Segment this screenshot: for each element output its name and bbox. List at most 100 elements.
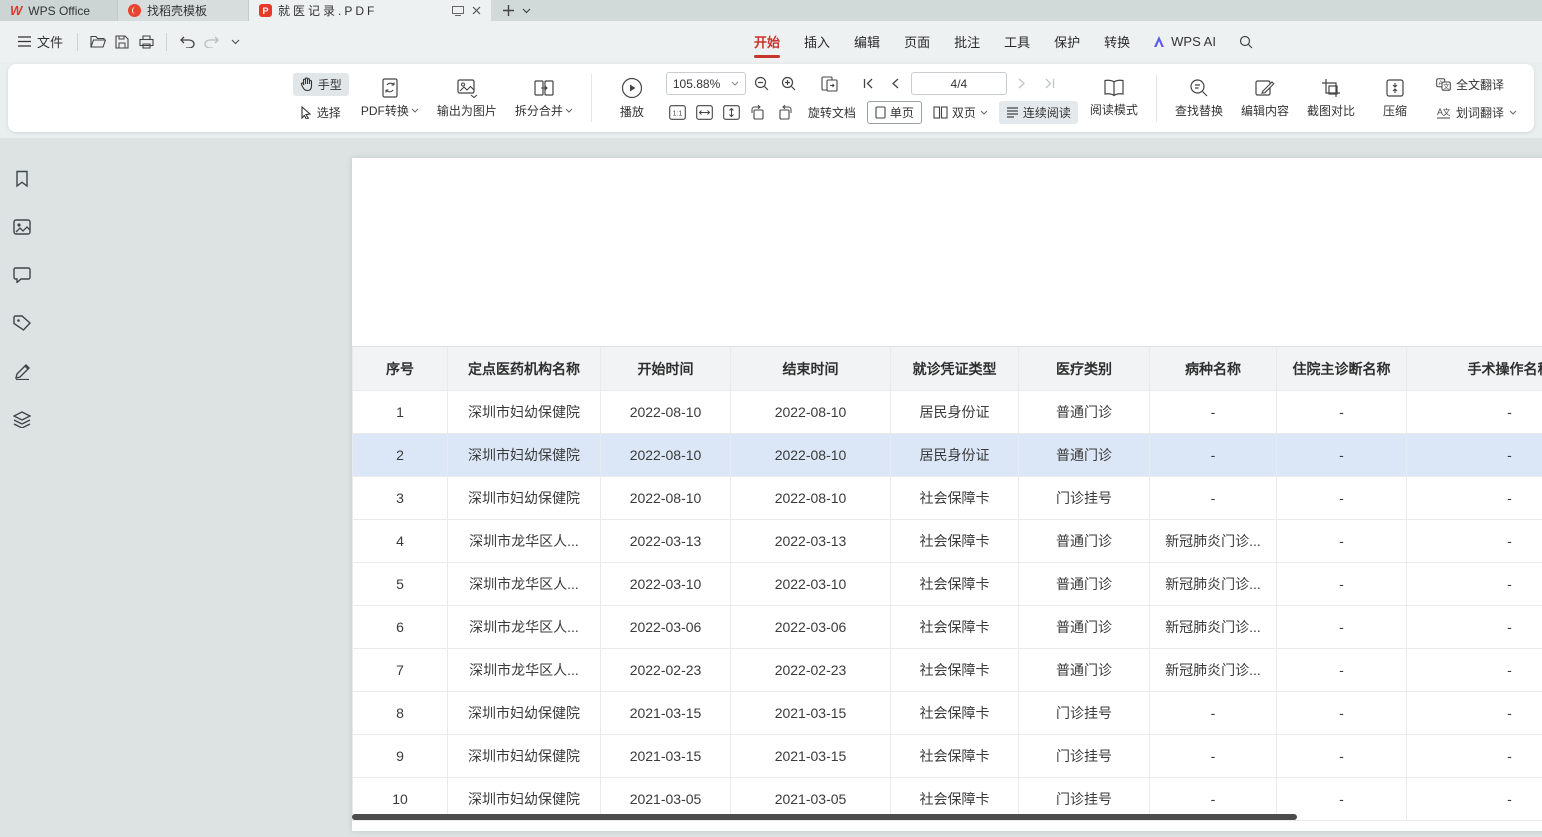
document-viewport[interactable]: 序号定点医药机构名称开始时间结束时间就诊凭证类型医疗类别病种名称住院主诊断名称手… (44, 138, 1542, 837)
screenshot-compare-button[interactable]: 截图对比 (1301, 74, 1361, 123)
first-page-button[interactable] (857, 72, 880, 95)
svg-text:文: 文 (1442, 107, 1450, 117)
zoom-in-button[interactable] (777, 72, 800, 95)
file-menu-button[interactable]: 文件 (12, 28, 69, 55)
print-button[interactable] (134, 30, 158, 54)
next-page-button[interactable] (1011, 72, 1034, 95)
table-cell: - (1277, 477, 1407, 520)
page-indicator-input[interactable] (911, 72, 1007, 95)
wps-ai-icon (1152, 35, 1166, 48)
fit-window-button[interactable] (818, 72, 841, 95)
open-file-button[interactable] (86, 30, 110, 54)
pdf-convert-icon (379, 78, 401, 98)
table-header-cell: 住院主诊断名称 (1277, 347, 1407, 391)
full-translation-icon: A文 (1436, 78, 1451, 91)
word-translation-button[interactable]: A文 划词翻译 (1429, 101, 1524, 124)
continuous-reading-label: 连续阅读 (1023, 104, 1071, 121)
comments-panel-button[interactable] (9, 262, 35, 288)
table-cell: 2022-08-10 (731, 391, 891, 434)
table-cell: - (1277, 606, 1407, 649)
split-screen-icon[interactable] (452, 6, 464, 16)
pdf-convert-button[interactable]: PDF转换 (355, 74, 425, 123)
ribbon-tabs: 开始 插入 编辑 页面 批注 工具 保护 转换 WPS AI (742, 23, 1258, 60)
horizontal-scrollbar-thumb[interactable] (352, 814, 1297, 820)
select-tool-button[interactable]: 选择 (293, 101, 349, 124)
double-page-button[interactable]: 双页 (926, 101, 995, 124)
bookmarks-panel-button[interactable] (9, 166, 35, 192)
fit-page-button[interactable] (720, 101, 743, 124)
table-cell: 普通门诊 (1019, 434, 1150, 477)
undo-button[interactable] (175, 30, 199, 54)
single-page-button[interactable]: 单页 (867, 101, 922, 124)
edit-content-button[interactable]: 编辑内容 (1235, 74, 1295, 123)
export-as-image-button[interactable]: 输出为图片 (431, 74, 503, 123)
layers-panel-button[interactable] (9, 406, 35, 432)
menu-tab-page[interactable]: 页面 (892, 23, 942, 60)
signature-panel-button[interactable] (9, 358, 35, 384)
tab-list-chevron-icon[interactable] (522, 8, 531, 14)
single-page-label: 单页 (890, 104, 914, 121)
rotate-left-button[interactable] (747, 101, 770, 124)
rotate-right-button[interactable] (774, 101, 797, 124)
play-button[interactable]: 播放 (604, 73, 660, 124)
hand-tool-button[interactable]: 手型 (293, 73, 349, 96)
previous-page-icon (891, 78, 899, 89)
labels-panel-button[interactable] (9, 310, 35, 336)
actual-size-button[interactable]: 1:1 (666, 101, 689, 124)
compress-icon (1385, 78, 1405, 98)
rotate-document-button[interactable]: 旋转文档 (801, 101, 863, 124)
table-cell: 2022-02-23 (731, 649, 891, 692)
chevron-down-icon (731, 81, 739, 86)
table-cell: 新冠肺炎门诊... (1150, 563, 1277, 606)
table-cell: - (1277, 649, 1407, 692)
tab-docer-templates[interactable]: 找稻壳模板 (118, 0, 249, 21)
quick-access-chevron-icon[interactable] (223, 30, 247, 54)
menu-tab-home[interactable]: 开始 (742, 23, 792, 60)
tab-document[interactable]: P 就医记录.PDF (249, 0, 491, 21)
menu-tab-tools[interactable]: 工具 (992, 23, 1042, 60)
continuous-reading-button[interactable]: 连续阅读 (999, 101, 1078, 124)
menu-tab-convert[interactable]: 转换 (1092, 23, 1142, 60)
table-cell: - (1277, 692, 1407, 735)
find-replace-button[interactable]: 查找替换 (1169, 74, 1229, 123)
table-cell: 8 (353, 692, 448, 735)
full-text-translation-button[interactable]: A文 全文翻译 (1429, 73, 1524, 96)
file-menu-label: 文件 (37, 32, 63, 51)
compress-button[interactable]: 压缩 (1367, 74, 1423, 123)
tab-wps-office[interactable]: W WPS Office (0, 0, 118, 21)
save-button[interactable] (110, 30, 134, 54)
zoom-select[interactable]: 105.88% (666, 72, 746, 95)
menu-tab-protect[interactable]: 保护 (1042, 23, 1092, 60)
new-tab-button[interactable] (503, 5, 514, 16)
table-header-cell: 手术操作名称 (1407, 347, 1542, 391)
menu-tab-insert[interactable]: 插入 (792, 23, 842, 60)
pdf-convert-label: PDF转换 (361, 102, 409, 119)
redo-button[interactable] (199, 30, 223, 54)
table-cell: - (1407, 434, 1542, 477)
thumbnails-panel-button[interactable] (9, 214, 35, 240)
zoom-out-button[interactable] (750, 72, 773, 95)
table-cell: 5 (353, 563, 448, 606)
menu-tab-comment[interactable]: 批注 (942, 23, 992, 60)
table-cell: 2022-08-10 (601, 391, 731, 434)
previous-page-button[interactable] (884, 72, 907, 95)
split-merge-button[interactable]: 拆分合并 (509, 74, 579, 123)
table-cell: 社会保障卡 (891, 649, 1019, 692)
table-cell: - (1407, 520, 1542, 563)
undo-icon (180, 36, 195, 48)
table-cell: 居民身份证 (891, 434, 1019, 477)
one-to-one-label: 1:1 (672, 111, 682, 118)
last-page-button[interactable] (1038, 72, 1061, 95)
menu-tab-wps-ai[interactable]: WPS AI (1142, 25, 1226, 58)
fit-width-button[interactable] (693, 101, 716, 124)
menu-search-button[interactable] (1234, 30, 1258, 54)
edit-content-icon (1255, 78, 1275, 98)
table-cell: - (1150, 735, 1277, 778)
table-cell: 4 (353, 520, 448, 563)
split-merge-label: 拆分合并 (515, 102, 563, 119)
screenshot-compare-label: 截图对比 (1307, 102, 1355, 119)
close-tab-icon[interactable] (472, 6, 481, 15)
menu-tab-edit[interactable]: 编辑 (842, 23, 892, 60)
reading-mode-button[interactable]: 阅读模式 (1084, 75, 1144, 122)
chevron-down-icon (980, 110, 988, 115)
